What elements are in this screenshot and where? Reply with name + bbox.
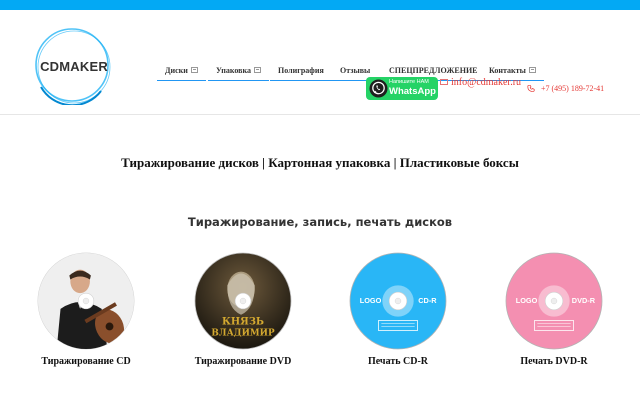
product-card-cd-replication[interactable]: Тиражирование CD xyxy=(31,252,141,376)
top-accent-bar xyxy=(0,0,640,10)
nav-item-label: Диски xyxy=(165,66,188,75)
nav-item-label: Отзывы xyxy=(340,66,371,75)
nav-item-label: Упаковка xyxy=(216,66,251,75)
cd-disc-image xyxy=(37,252,135,350)
whatsapp-button[interactable]: Напишите НАМ WhatsApp xyxy=(366,77,438,100)
product-card-dvdr-print[interactable]: LOGO DVD-R Печать DVD-R xyxy=(499,252,609,376)
nav-item-discs[interactable]: Диски xyxy=(157,66,206,82)
nav-item-label: СПЕЦПРЕДЛОЖЕНИЕ xyxy=(389,66,478,75)
header-divider xyxy=(0,114,640,115)
nav-underline xyxy=(270,80,332,81)
whatsapp-icon xyxy=(369,79,388,98)
email-link[interactable]: info@cdmaker.ru xyxy=(440,77,521,88)
submenu-icon xyxy=(528,67,536,74)
disc-format-text: CD-R xyxy=(418,296,437,305)
nav-item-packaging[interactable]: Упаковка xyxy=(208,66,269,82)
poster-subtitle: ВЛАДИМИР xyxy=(211,328,275,338)
submenu-icon xyxy=(253,67,261,74)
disc-format-text: DVD-R xyxy=(572,296,596,305)
phone-text: +7 (495) 189-72-41 xyxy=(541,84,605,93)
submenu-icon xyxy=(190,67,198,74)
site-logo[interactable]: CDMAKER xyxy=(31,27,117,105)
email-text: info@cdmaker.ru xyxy=(451,77,522,88)
product-card-cdr-print[interactable]: LOGO CD-R Печать CD-R xyxy=(343,252,453,376)
phone-icon xyxy=(527,84,535,92)
product-caption: Тиражирование CD xyxy=(41,356,131,367)
logo-text: CDMAKER xyxy=(40,59,108,74)
product-caption: Печать CD-R xyxy=(367,356,429,367)
dvd-disc-image: КНЯЗЬ ВЛАДИМИР xyxy=(194,252,292,350)
nav-underline xyxy=(208,80,269,81)
product-caption: Тиражирование DVD xyxy=(194,356,292,367)
nav-underline xyxy=(157,80,206,81)
nav-item-printing[interactable]: Полиграфия xyxy=(270,66,332,82)
phone-link[interactable]: +7 (495) 189-72-41 xyxy=(527,84,604,94)
nav-item-label: Полиграфия xyxy=(278,66,324,75)
product-card-dvd-replication[interactable]: КНЯЗЬ ВЛАДИМИР Тиражирование DVD xyxy=(188,252,298,376)
disc-logo-text: LOGO xyxy=(360,296,382,305)
whatsapp-label: WhatsApp xyxy=(389,86,436,97)
cdr-disc-image: LOGO CD-R xyxy=(349,252,447,350)
nav-item-label: Контакты xyxy=(489,66,526,75)
section-heading: Тиражирование, запись, печать дисков xyxy=(187,215,453,229)
whatsapp-prompt: Напишите НАМ xyxy=(389,79,429,85)
envelope-icon xyxy=(440,79,448,85)
dvdr-disc-image: LOGO DVD-R xyxy=(505,252,603,350)
poster-title: КНЯЗЬ xyxy=(222,317,264,328)
disc-logo-text: LOGO xyxy=(516,296,538,305)
page-headline: Тиражирование дисков | Картонная упаковк… xyxy=(121,155,519,170)
product-caption: Печать DVD-R xyxy=(520,356,588,367)
